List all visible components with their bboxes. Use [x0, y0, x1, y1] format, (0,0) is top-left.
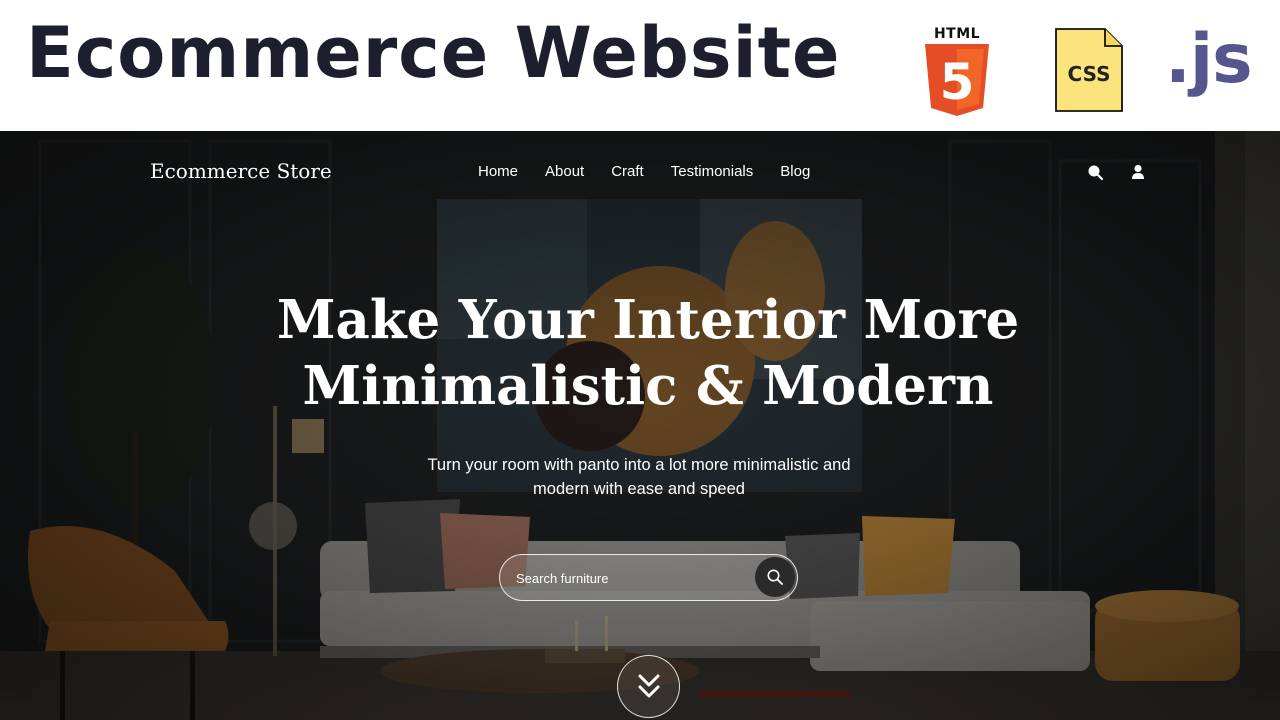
- html5-logo: HTML 5: [924, 26, 990, 118]
- search-input[interactable]: [516, 568, 736, 588]
- css-file-logo: CSS: [1055, 28, 1123, 112]
- hero-headline-line-2: Minimalistic & Modern: [302, 355, 994, 417]
- search-icon[interactable]: [1086, 163, 1104, 181]
- double-chevron-down-icon: [638, 674, 660, 698]
- nav-link-about[interactable]: About: [545, 163, 584, 180]
- nav-link-home[interactable]: Home: [478, 163, 518, 180]
- hero-section: Ecommerce Store Home About Craft Testimo…: [0, 131, 1280, 720]
- js-logo: .js: [1165, 20, 1253, 99]
- furniture-search-bar: [499, 554, 798, 601]
- hero-subtext-line-1: Turn your room with panto into a lot mor…: [427, 456, 851, 474]
- css-logo-label: CSS: [1067, 62, 1111, 86]
- search-submit-button[interactable]: [755, 557, 795, 597]
- hero-headline-line-1: Make Your Interior More: [276, 289, 1020, 351]
- html-logo-number: 5: [940, 53, 975, 111]
- store-brand-logo[interactable]: Ecommerce Store: [150, 159, 332, 183]
- living-room-background-image: [0, 131, 1280, 720]
- html5-shield-icon: 5: [925, 44, 989, 116]
- html-logo-label: HTML: [933, 26, 981, 42]
- title-banner: Ecommerce Website HTML 5 CSS .js: [0, 0, 1280, 131]
- user-icon[interactable]: [1129, 163, 1147, 181]
- nav-link-testimonials[interactable]: Testimonials: [671, 163, 754, 180]
- hero-headline: Make Your Interior More Minimalistic & M…: [220, 287, 1076, 419]
- search-icon: [767, 569, 783, 585]
- nav-link-blog[interactable]: Blog: [780, 163, 810, 180]
- main-nav: Home About Craft Testimonials Blog: [478, 163, 810, 180]
- hero-subtext-line-2: modern with ease and speed: [533, 480, 745, 498]
- scroll-down-button[interactable]: [617, 655, 680, 718]
- nav-link-craft[interactable]: Craft: [611, 163, 644, 180]
- hero-subtext: Turn your room with panto into a lot mor…: [380, 453, 898, 501]
- banner-title: Ecommerce Website: [26, 12, 841, 94]
